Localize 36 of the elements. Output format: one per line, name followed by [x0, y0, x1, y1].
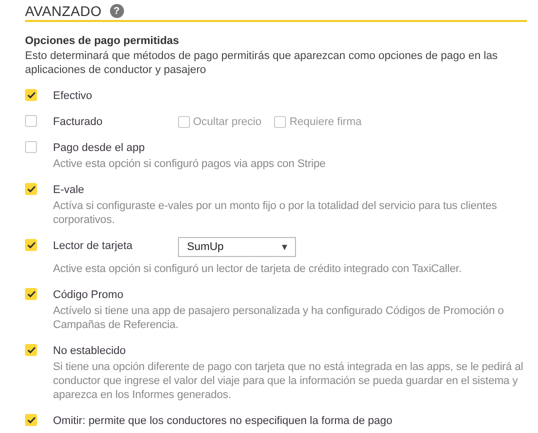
checkbox[interactable]	[25, 288, 37, 300]
option-label: E-vale	[53, 184, 84, 196]
checkbox[interactable]	[25, 183, 37, 195]
option-label: Omitir: permite que los conductores no especifiquen la forma de pago	[53, 414, 392, 426]
group-description: Esto determinará que métodos de pago permitirás que aparezcan como opciones de pago en las aplicaciones de conductor y pasajero	[25, 49, 499, 77]
option-description: Actívelo si tiene una app de pasajero personalizada y ha configurado Códigos de Promoción o Campañas de Referencia.	[53, 304, 505, 332]
check-icon	[26, 290, 36, 298]
checkbox[interactable]	[25, 414, 37, 426]
checkbox[interactable]	[25, 115, 37, 127]
checkbox[interactable]	[25, 89, 37, 101]
check-icon	[26, 241, 36, 249]
option-label: Facturado	[53, 116, 104, 128]
check-icon	[26, 185, 36, 193]
option-label: Pago desde el app	[53, 142, 145, 154]
checkbox[interactable]	[178, 116, 190, 128]
option-description: Active esta opción si configuró un lector de tarjeta de crédito integrado con TaxiCaller.	[53, 262, 463, 276]
check-icon	[26, 91, 36, 99]
option-label: Código Promo	[53, 288, 124, 300]
checkbox[interactable]	[25, 344, 37, 356]
group-title: Opciones de pago permitidas	[25, 35, 180, 47]
checkbox[interactable]	[274, 116, 286, 128]
dropdown[interactable]: SumUp ▼	[178, 237, 296, 257]
option-label: Lector de tarjeta	[53, 240, 134, 252]
section-title: AVANZADO	[25, 3, 102, 19]
option-description: Actíva si configuraste e-vales por un monto fijo o por la totalidad del servicio para tus clientes corporativos.	[53, 199, 498, 227]
option-label: Efectivo	[53, 90, 92, 102]
option-label: Requiere firma	[289, 116, 362, 128]
option-label: No establecido	[53, 344, 126, 356]
option-label: Ocultar precio	[193, 116, 262, 128]
checkbox[interactable]	[25, 141, 37, 153]
help-icon[interactable]: ?	[110, 4, 124, 18]
checkbox[interactable]	[25, 239, 37, 251]
option-description: Si tiene una opción diferente de pago con tarjeta que no está integrada en las apps, se le pedirá al conductor que ingrese el valor del viaje para que la información se pueda guardar en el sistema y aparezca en los Informes generados.	[53, 360, 524, 402]
check-icon	[26, 416, 36, 424]
check-icon	[26, 346, 36, 354]
option-description: Active esta opción si configuró pagos via apps con Stripe	[53, 157, 327, 171]
